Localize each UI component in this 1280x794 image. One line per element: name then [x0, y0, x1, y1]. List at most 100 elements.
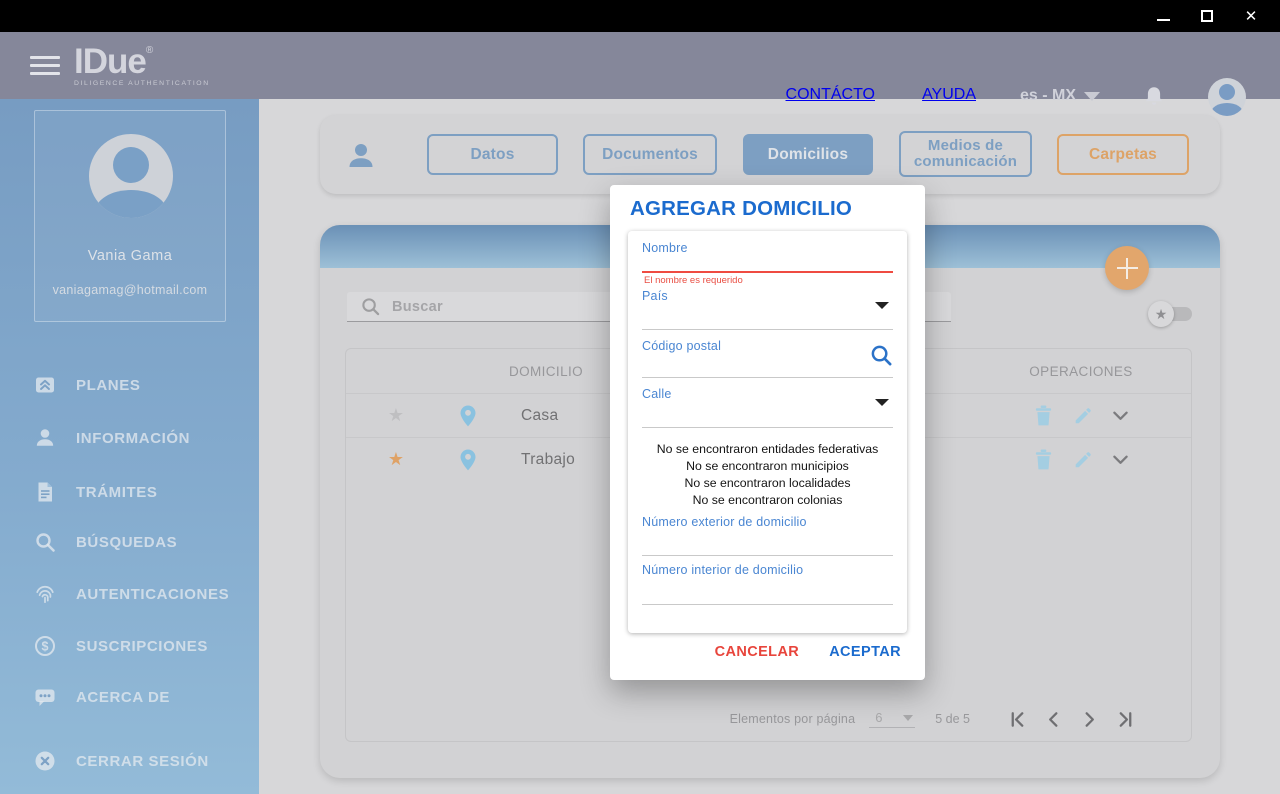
tab-documentos[interactable]: Documentos [583, 134, 717, 175]
numero-interior-label: Número interior de domicilio [642, 563, 804, 577]
logo-text: IDue [74, 42, 147, 81]
message-colonias: No se encontraron colonias [692, 493, 843, 507]
sidebar-item-suscripciones[interactable]: $ SUSCRIPCIONES [34, 633, 249, 659]
page-size-select[interactable]: 6 [869, 710, 916, 728]
profile-email: vaniagamag@hotmail.com [52, 283, 208, 297]
chevron-down-icon[interactable] [875, 302, 889, 309]
tab-medios-de-comunicacion[interactable]: Medios de comunicación [899, 131, 1032, 177]
sidebar-item-busquedas[interactable]: BÚSQUEDAS [34, 529, 249, 555]
edit-button[interactable] [1073, 450, 1093, 470]
paginator: Elementos por página 6 5 de 5 [346, 697, 1191, 741]
contact-link[interactable]: CONTÁCTO [786, 86, 875, 104]
delete-button[interactable] [1034, 405, 1053, 426]
chevron-down-icon [1113, 411, 1128, 420]
user-avatar[interactable] [1208, 78, 1246, 116]
sidebar-item-label: ACERCA DE [76, 688, 171, 706]
sidebar-item-acerca-de[interactable]: ACERCA DE [34, 684, 249, 710]
cancel-button[interactable]: CANCELAR [715, 644, 800, 660]
sidebar-item-cerrar-sesion[interactable]: CERRAR SESIÓN [34, 748, 249, 774]
sidebar: Vania Gama vaniagamag@hotmail.com PLANES… [0, 99, 259, 794]
chat-icon [35, 689, 55, 706]
nombre-label: Nombre [642, 241, 688, 255]
minimize-button[interactable] [1148, 5, 1178, 27]
bell-icon [1146, 87, 1162, 105]
tab-domicilios[interactable]: Domicilios [743, 134, 873, 175]
help-link[interactable]: AYUDA [922, 86, 976, 104]
codigo-postal-input[interactable] [642, 377, 893, 378]
message-municipios: No se encontraron municipios [686, 459, 849, 473]
person-icon [349, 144, 373, 167]
agregar-domicilio-dialog: AGREGAR DOMICILIO Nombre El nombre es re… [610, 185, 925, 680]
search-icon [36, 533, 55, 552]
postal-search-button[interactable] [870, 344, 893, 372]
close-button[interactable]: ✕ [1236, 5, 1266, 27]
sidebar-item-informacion[interactable]: INFORMACIÓN [34, 425, 249, 451]
expand-row-button[interactable] [1113, 411, 1128, 421]
column-header-operaciones: OPERACIONES [1029, 363, 1133, 379]
logo-subtitle: DILIGENCE AUTHENTICATION [74, 80, 210, 87]
add-domicilio-button[interactable] [1105, 246, 1149, 290]
favorites-toggle[interactable]: ★ [1148, 301, 1192, 327]
svg-text:$: $ [42, 640, 49, 654]
calle-select[interactable] [642, 427, 893, 428]
sidebar-item-label: SUSCRIPCIONES [76, 637, 208, 655]
app-logo: IDue® DILIGENCE AUTHENTICATION [74, 44, 210, 87]
menu-icon[interactable] [30, 56, 60, 75]
sidebar-item-label: PLANES [76, 376, 141, 394]
tab-datos[interactable]: Datos [427, 134, 558, 175]
previous-page-button[interactable] [1044, 710, 1063, 729]
chevron-down-icon [1113, 455, 1128, 464]
edit-button[interactable] [1073, 406, 1093, 426]
language-selector[interactable]: es - MX [1020, 87, 1100, 105]
first-page-button[interactable] [1008, 710, 1027, 729]
notifications-button[interactable] [1144, 86, 1164, 113]
numero-exterior-input[interactable] [642, 555, 893, 556]
numero-interior-input[interactable] [642, 604, 893, 605]
pencil-icon [1075, 451, 1091, 467]
trash-icon [1035, 405, 1052, 426]
pencil-icon [1075, 407, 1091, 423]
expand-row-button[interactable] [1113, 455, 1128, 465]
trash-icon [1035, 449, 1052, 470]
sidebar-item-tramites[interactable]: TRÁMITES [34, 479, 249, 505]
next-page-button[interactable] [1080, 710, 1099, 729]
maximize-button[interactable] [1192, 5, 1222, 27]
lookup-messages: No se encontraron entidades federativas … [628, 441, 907, 509]
chevron-down-icon [903, 714, 914, 721]
person-icon [36, 429, 54, 446]
sidebar-item-label: AUTENTICACIONES [76, 585, 230, 603]
last-page-button[interactable] [1116, 710, 1135, 729]
app-window: ✕ IDue® DILIGENCE AUTHENTICATION CONTÁCT… [0, 0, 1280, 794]
sidebar-item-label: TRÁMITES [76, 483, 158, 501]
profile-card: Vania Gama vaniagamag@hotmail.com [34, 110, 226, 322]
nombre-input[interactable] [642, 271, 893, 273]
pais-select[interactable] [642, 329, 893, 330]
message-entidades: No se encontraron entidades federativas [656, 442, 879, 456]
last-page-icon [1119, 711, 1132, 727]
registered-mark: ® [145, 45, 154, 56]
plans-icon [36, 377, 54, 393]
page-range-label: 5 de 5 [935, 712, 970, 726]
chevron-right-icon [1085, 711, 1094, 727]
favorite-star-icon[interactable]: ★ [346, 449, 446, 470]
search-icon [362, 298, 380, 316]
calle-label: Calle [642, 387, 672, 401]
sidebar-item-planes[interactable]: PLANES [34, 372, 249, 398]
app-header: IDue® DILIGENCE AUTHENTICATION CONTÁCTO … [0, 32, 1280, 116]
maximize-icon [1201, 10, 1213, 22]
favorite-star-icon[interactable]: ★ [346, 405, 446, 426]
logout-icon [35, 751, 55, 771]
chevron-down-icon [1084, 91, 1100, 101]
sidebar-item-label: CERRAR SESIÓN [76, 752, 209, 770]
chevron-down-icon[interactable] [875, 399, 889, 406]
sidebar-item-label: INFORMACIÓN [76, 429, 191, 447]
dollar-icon: $ [35, 636, 55, 656]
close-icon: ✕ [1244, 7, 1258, 25]
accept-button[interactable]: ACEPTAR [829, 644, 901, 660]
minimize-icon [1156, 19, 1170, 21]
sidebar-item-autenticaciones[interactable]: AUTENTICACIONES [34, 581, 249, 607]
fingerprint-icon [36, 585, 54, 604]
tab-carpetas[interactable]: Carpetas [1057, 134, 1189, 175]
delete-button[interactable] [1034, 449, 1053, 470]
profile-name: Vania Gama [87, 248, 173, 264]
